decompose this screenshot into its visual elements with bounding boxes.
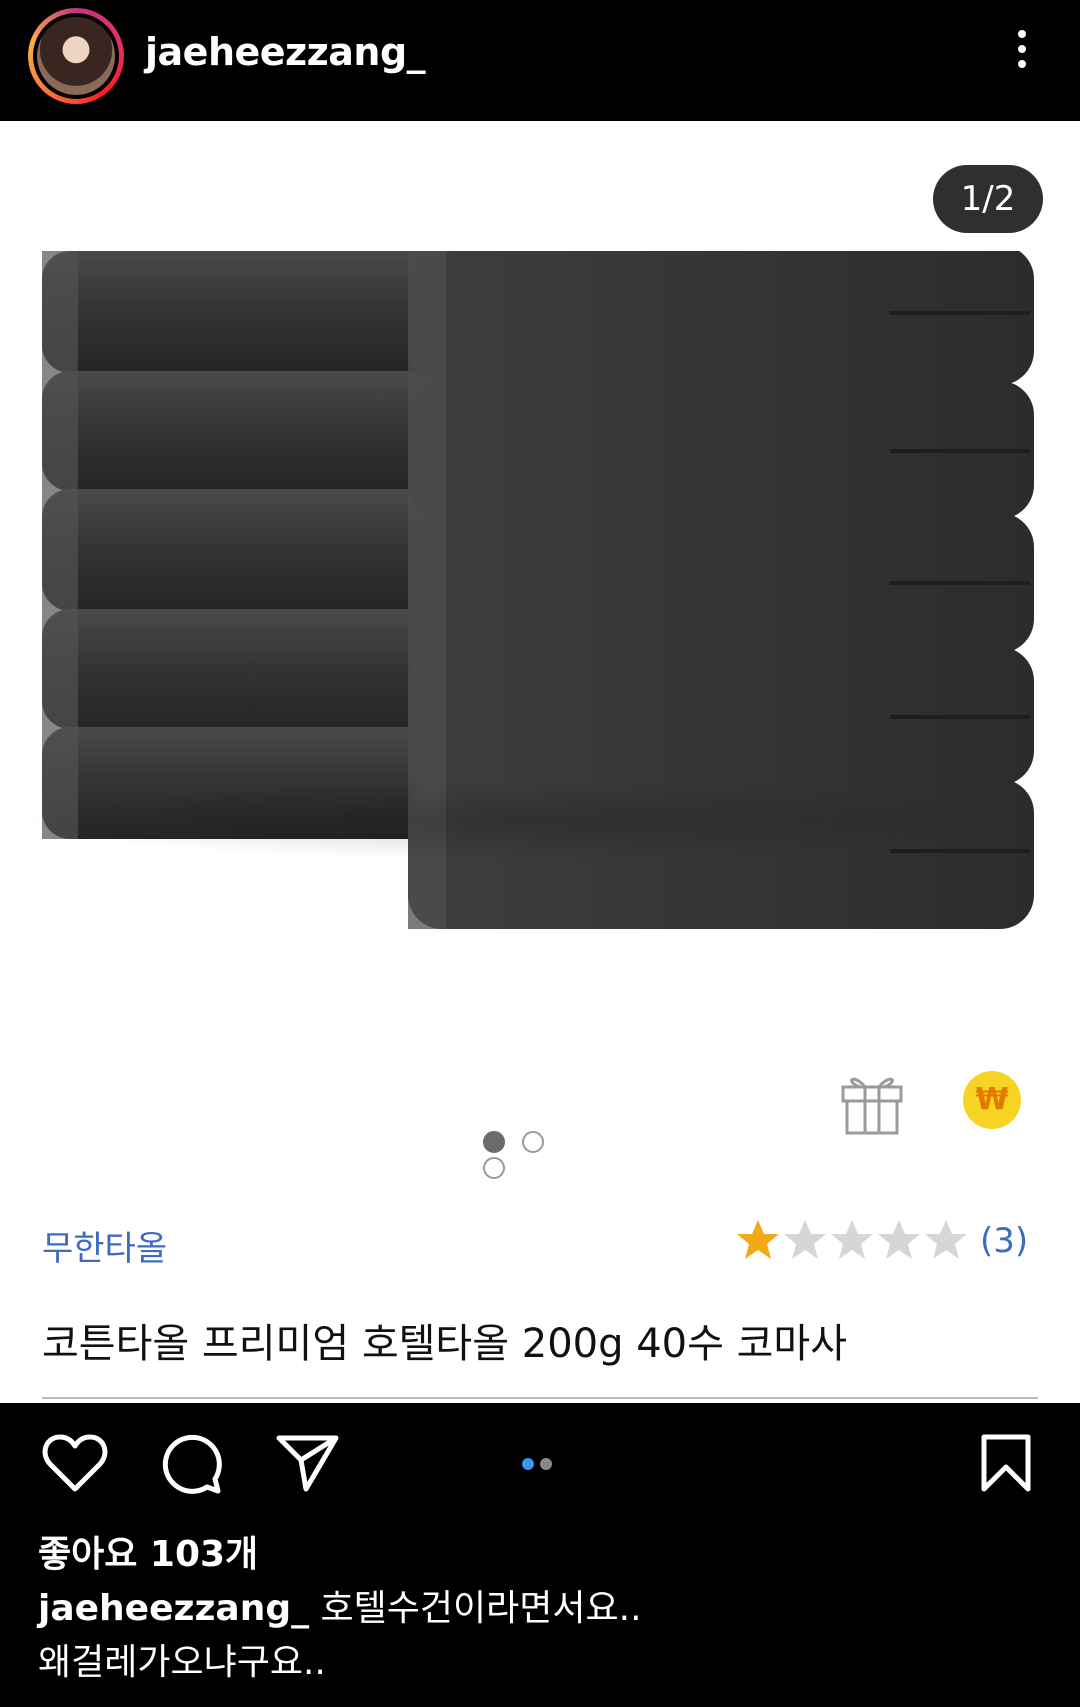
more-vertical-icon[interactable]: [1010, 30, 1034, 80]
gift-icon[interactable]: [840, 1069, 904, 1135]
carousel-dot: [522, 1458, 534, 1470]
paper-plane-icon[interactable]: [276, 1433, 340, 1493]
heart-icon[interactable]: [42, 1433, 108, 1493]
username[interactable]: jaeheezzang_: [145, 30, 426, 74]
store-name-link[interactable]: 무한타올: [42, 1221, 167, 1270]
star-empty-icon: [831, 1220, 873, 1259]
image-pagination-dots: [483, 1131, 593, 1179]
divider: [42, 1397, 1038, 1399]
avatar[interactable]: [28, 8, 124, 104]
rating-stars: [736, 1218, 971, 1262]
star-empty-icon: [878, 1220, 920, 1259]
comment-icon[interactable]: [160, 1433, 222, 1495]
media-counter: 1/2: [933, 165, 1043, 233]
carousel-dot: [540, 1458, 552, 1470]
towel-stack-photo: [42, 251, 1034, 929]
star-empty-icon: [925, 1220, 967, 1259]
post-header: jaeheezzang_: [0, 0, 1080, 121]
bookmark-icon[interactable]: [980, 1433, 1032, 1493]
won-coin-icon[interactable]: ₩: [963, 1071, 1021, 1129]
pagination-dot[interactable]: [483, 1157, 505, 1179]
post-media[interactable]: 1/2 ₩ 무한타올 (3) 코튼타올 프리미엄 호텔타올 200g 40수 코…: [0, 121, 1080, 1403]
photo-shadow: [20, 781, 1020, 861]
post-action-bar: [0, 1403, 1080, 1523]
pagination-dot[interactable]: [522, 1131, 544, 1153]
pagination-dot[interactable]: [483, 1131, 505, 1153]
rating-count[interactable]: (3): [980, 1221, 1028, 1261]
caption-username[interactable]: jaeheezzang_: [38, 1588, 309, 1629]
caption-text-line2: 왜걸레가오냐구요..: [38, 1642, 326, 1683]
product-title: 코튼타올 프리미엄 호텔타올 200g 40수 코마사: [42, 1321, 848, 1367]
likes-count[interactable]: 좋아요 103개: [38, 1525, 258, 1577]
profile-avatar-image: [37, 17, 115, 95]
caption-text-line1: 호텔수건이라면서요..: [309, 1588, 642, 1629]
post-caption: jaeheezzang_ 호텔수건이라면서요.. 왜걸레가오냐구요..: [38, 1582, 1038, 1690]
star-empty-icon: [784, 1220, 826, 1259]
carousel-indicator: [522, 1455, 562, 1470]
star-filled-icon: [737, 1220, 779, 1259]
